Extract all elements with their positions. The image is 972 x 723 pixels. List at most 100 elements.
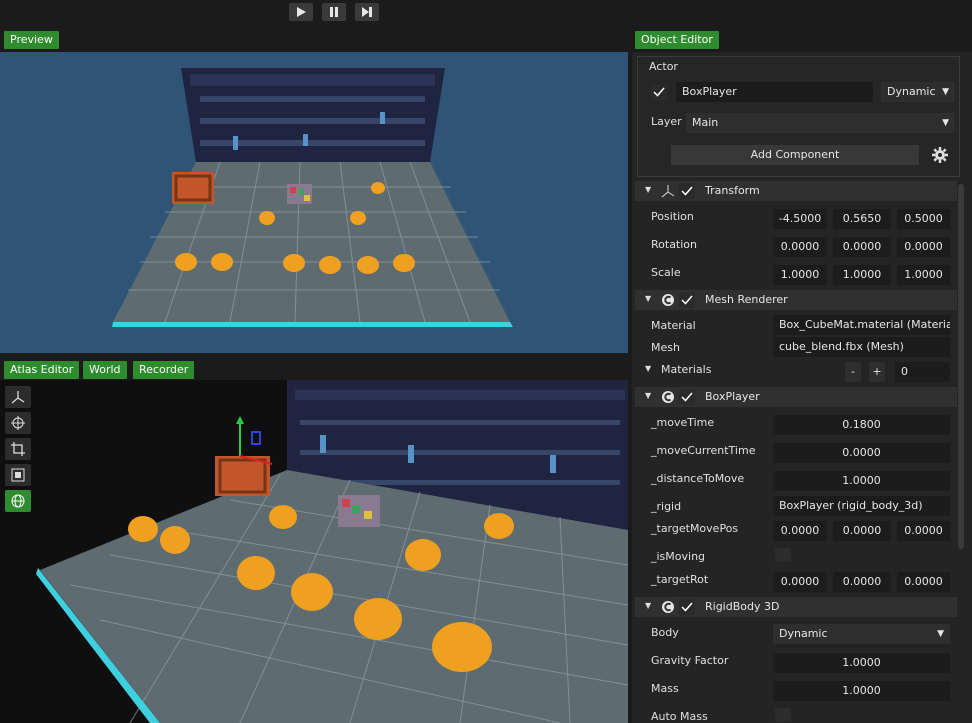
collapse-arrow-icon: ▼: [645, 185, 652, 194]
distance-to-move-field[interactable]: 1.0000: [773, 471, 950, 491]
script-icon: [662, 294, 674, 306]
move-tool-button[interactable]: [5, 412, 31, 434]
check-icon: [681, 392, 693, 402]
check-icon: [681, 186, 693, 196]
object-editor-panel: Actor BoxPlayer Dynamic ▼ Layer Main ▼ A…: [632, 52, 972, 723]
axes-icon: [11, 391, 25, 404]
mass-field[interactable]: 1.0000: [773, 681, 950, 701]
target-rot-x-field[interactable]: 0.0000: [773, 572, 827, 592]
scale-x-field[interactable]: 1.0000: [773, 265, 827, 285]
select-tool-button[interactable]: [5, 386, 31, 408]
tab-recorder[interactable]: Recorder: [133, 361, 195, 379]
move-current-time-field[interactable]: 0.0000: [773, 443, 950, 463]
settings-button[interactable]: [929, 145, 951, 165]
scale-tool-button[interactable]: [5, 464, 31, 486]
globe-icon: [11, 494, 25, 508]
rotation-x-field[interactable]: 0.0000: [773, 237, 827, 257]
play-button[interactable]: [289, 3, 313, 21]
collapse-arrow-icon: ▼: [645, 391, 652, 400]
step-button[interactable]: [355, 3, 379, 21]
rotation-y-field[interactable]: 0.0000: [833, 237, 891, 257]
materials-add-button[interactable]: +: [869, 362, 885, 382]
material-field[interactable]: Box_CubeMat.material (Material): [773, 315, 950, 335]
rotation-label: Rotation: [651, 238, 698, 251]
actor-name-input[interactable]: BoxPlayer: [676, 82, 873, 102]
position-z-field[interactable]: 0.5000: [897, 209, 950, 229]
position-y-field[interactable]: 0.5650: [833, 209, 891, 229]
script-icon: [662, 391, 674, 403]
check-icon: [681, 602, 693, 612]
target-rot-z-field[interactable]: 0.0000: [897, 572, 950, 592]
mesh-renderer-header[interactable]: ▼ Mesh Renderer: [635, 290, 957, 310]
play-icon: [297, 7, 306, 17]
target-move-pos-z-field[interactable]: 0.0000: [897, 521, 950, 541]
materials-count-field[interactable]: 0: [895, 362, 950, 382]
auto-mass-checkbox[interactable]: [775, 708, 791, 722]
layer-dropdown[interactable]: Main ▼: [686, 113, 955, 133]
world-scene: [36, 380, 628, 723]
rigidbody-header[interactable]: ▼ RigidBody 3D: [635, 597, 957, 617]
check-icon: [653, 87, 665, 97]
layer-label: Layer: [651, 115, 682, 128]
tab-atlas-editor[interactable]: Atlas Editor: [4, 361, 80, 379]
mesh-renderer-enabled-checkbox[interactable]: [679, 292, 695, 308]
scale-y-field[interactable]: 1.0000: [833, 265, 891, 285]
rigid-field[interactable]: BoxPlayer (rigid_body_3d): [773, 496, 950, 516]
check-icon: [681, 295, 693, 305]
world-space-button[interactable]: [5, 490, 31, 512]
scale-z-field[interactable]: 1.0000: [897, 265, 950, 285]
layer-value: Main: [692, 116, 719, 129]
world-viewport[interactable]: [0, 380, 628, 723]
tab-preview[interactable]: Preview: [4, 31, 59, 49]
is-moving-label: _isMoving: [651, 550, 706, 563]
transform-title: Transform: [705, 184, 760, 197]
rigidbody-title: RigidBody 3D: [705, 600, 780, 613]
rotate-tool-button[interactable]: [5, 438, 31, 460]
transform-header[interactable]: ▼ Transform: [635, 181, 957, 201]
target-move-pos-y-field[interactable]: 0.0000: [833, 521, 891, 541]
move-icon: [11, 416, 25, 430]
rotation-z-field[interactable]: 0.0000: [897, 237, 950, 257]
boxplayer-enabled-checkbox[interactable]: [679, 389, 695, 405]
materials-remove-button[interactable]: -: [845, 362, 861, 382]
step-icon: [362, 7, 372, 17]
target-move-pos-label: _targetMovePos: [651, 522, 739, 535]
target-move-pos-x-field[interactable]: 0.0000: [773, 521, 827, 541]
target-rot-label: _targetRot: [651, 573, 709, 586]
boxplayer-title: BoxPlayer: [705, 390, 760, 403]
boxplayer-header[interactable]: ▼ BoxPlayer: [635, 387, 957, 407]
mesh-field[interactable]: cube_blend.fbx (Mesh): [773, 337, 950, 357]
pause-button[interactable]: [322, 3, 346, 21]
move-current-time-label: _moveCurrentTime: [651, 444, 756, 457]
scale-icon: [11, 468, 25, 482]
body-dropdown[interactable]: Dynamic ▼: [773, 624, 950, 644]
target-rot-y-field[interactable]: 0.0000: [833, 572, 891, 592]
expand-arrow-icon[interactable]: ▼: [645, 364, 651, 373]
is-moving-checkbox[interactable]: [775, 548, 791, 562]
mass-label: Mass: [651, 682, 679, 695]
position-x-field[interactable]: -4.5000: [773, 209, 827, 229]
preview-scene: [112, 68, 513, 327]
move-time-label: _moveTime: [651, 416, 715, 429]
actor-section: Actor BoxPlayer Dynamic ▼ Layer Main ▼ A…: [637, 56, 960, 177]
body-label: Body: [651, 626, 679, 639]
materials-label: Materials: [661, 363, 712, 376]
gravity-factor-field[interactable]: 1.0000: [773, 653, 950, 673]
tab-object-editor[interactable]: Object Editor: [635, 31, 719, 49]
rigidbody-enabled-checkbox[interactable]: [679, 599, 695, 615]
add-component-button[interactable]: Add Component: [671, 145, 919, 165]
tab-world[interactable]: World: [83, 361, 127, 379]
gear-icon: [932, 147, 948, 163]
actor-enabled-checkbox[interactable]: [651, 84, 667, 100]
preview-viewport[interactable]: [0, 52, 628, 353]
rigid-label: _rigid: [651, 500, 682, 513]
pause-icon: [330, 7, 338, 17]
actor-body-type-dropdown[interactable]: Dynamic ▼: [881, 82, 955, 102]
distance-to-move-label: _distanceToMove: [651, 472, 745, 485]
collapse-arrow-icon: ▼: [645, 601, 652, 610]
transform-enabled-checkbox[interactable]: [679, 183, 695, 199]
editor-scrollbar[interactable]: [958, 184, 964, 549]
material-label: Material: [651, 319, 696, 332]
move-time-field[interactable]: 0.1800: [773, 415, 950, 435]
chevron-down-icon: ▼: [937, 629, 944, 639]
